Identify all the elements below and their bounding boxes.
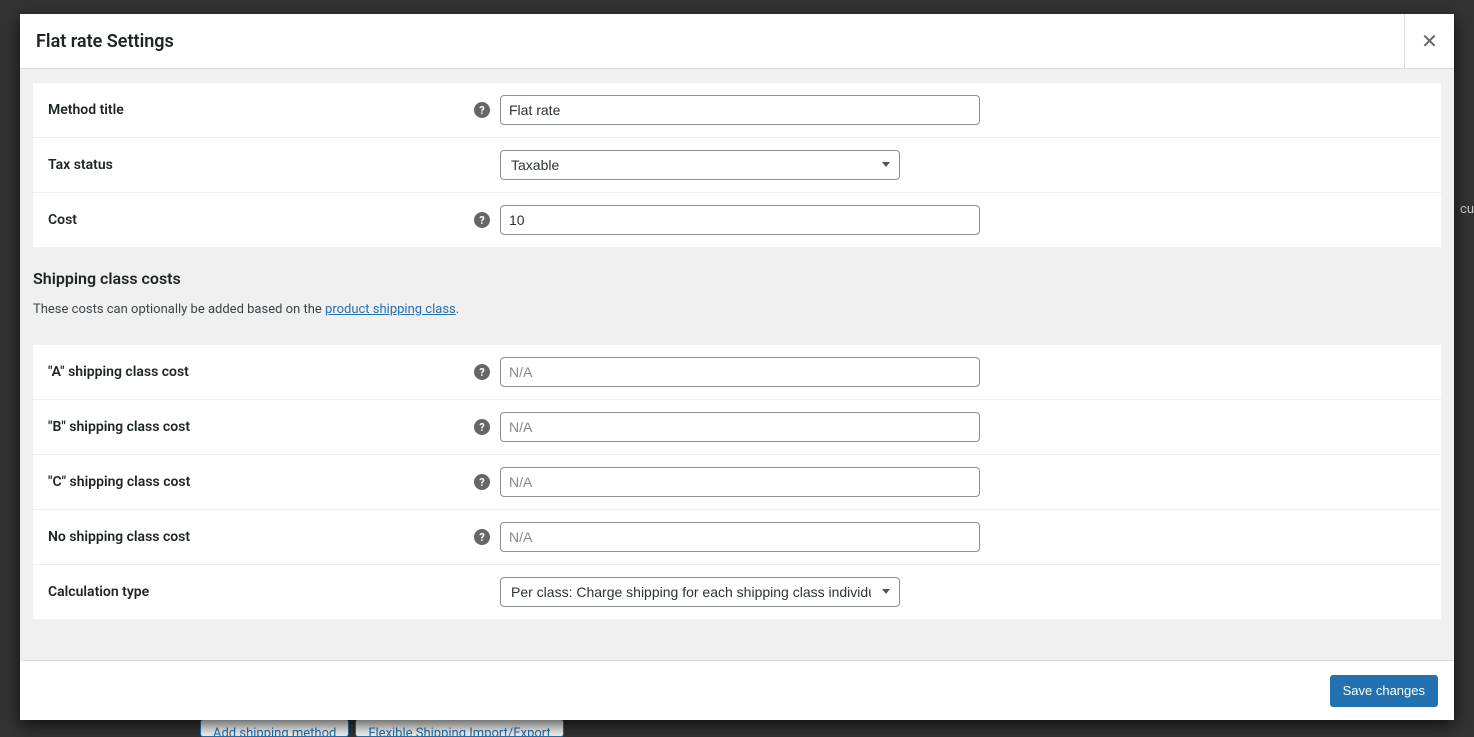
calc-type-select[interactable]: Per class: Charge shipping for each ship… bbox=[500, 577, 900, 607]
product-shipping-class-link[interactable]: product shipping class bbox=[325, 302, 456, 317]
save-changes-button[interactable]: Save changes bbox=[1330, 675, 1438, 707]
shipping-class-section-title: Shipping class costs bbox=[33, 269, 1441, 288]
class-b-cost-input[interactable] bbox=[500, 412, 980, 442]
modal-body: Method title ? Tax status Taxable bbox=[20, 69, 1454, 660]
no-class-cost-input[interactable] bbox=[500, 522, 980, 552]
bg-partial-text: cu bbox=[1460, 202, 1474, 217]
shipping-class-section-header: Shipping class costs These costs can opt… bbox=[33, 247, 1441, 345]
flexible-shipping-button[interactable]: Flexible Shipping Import/Export bbox=[355, 719, 563, 737]
help-icon[interactable]: ? bbox=[474, 364, 490, 380]
shipping-class-table: "A" shipping class cost ? "B" shipping c… bbox=[33, 345, 1441, 619]
add-shipping-method-button[interactable]: Add shipping method bbox=[200, 719, 349, 737]
modal-footer: Save changes bbox=[20, 660, 1454, 720]
class-b-label: "B" shipping class cost bbox=[33, 400, 233, 455]
help-icon[interactable]: ? bbox=[474, 419, 490, 435]
method-title-input[interactable] bbox=[500, 95, 980, 125]
help-icon[interactable]: ? bbox=[474, 474, 490, 490]
background-buttons: Add shipping method Flexible Shipping Im… bbox=[200, 719, 564, 737]
close-button[interactable]: ✕ bbox=[1404, 14, 1454, 69]
calc-type-label: Calculation type bbox=[33, 565, 233, 620]
close-icon: ✕ bbox=[1421, 29, 1438, 54]
class-c-label: "C" shipping class cost bbox=[33, 455, 233, 510]
class-a-label: "A" shipping class cost bbox=[33, 345, 233, 400]
cost-label: Cost bbox=[33, 193, 233, 248]
no-class-label: No shipping class cost bbox=[33, 510, 233, 565]
help-icon[interactable]: ? bbox=[474, 529, 490, 545]
class-a-cost-input[interactable] bbox=[500, 357, 980, 387]
modal-title: Flat rate Settings bbox=[36, 31, 174, 52]
shipping-class-section-desc: These costs can optionally be added base… bbox=[33, 302, 1441, 317]
help-icon[interactable]: ? bbox=[474, 212, 490, 228]
method-title-label: Method title bbox=[33, 83, 233, 138]
cost-input[interactable] bbox=[500, 205, 980, 235]
settings-modal: Flat rate Settings ✕ Method title ? Tax … bbox=[20, 14, 1454, 720]
help-icon[interactable]: ? bbox=[474, 102, 490, 118]
tax-status-select[interactable]: Taxable bbox=[500, 150, 900, 180]
modal-header: Flat rate Settings ✕ bbox=[20, 14, 1454, 69]
class-c-cost-input[interactable] bbox=[500, 467, 980, 497]
tax-status-label: Tax status bbox=[33, 138, 233, 193]
main-settings-table: Method title ? Tax status Taxable bbox=[33, 83, 1441, 247]
